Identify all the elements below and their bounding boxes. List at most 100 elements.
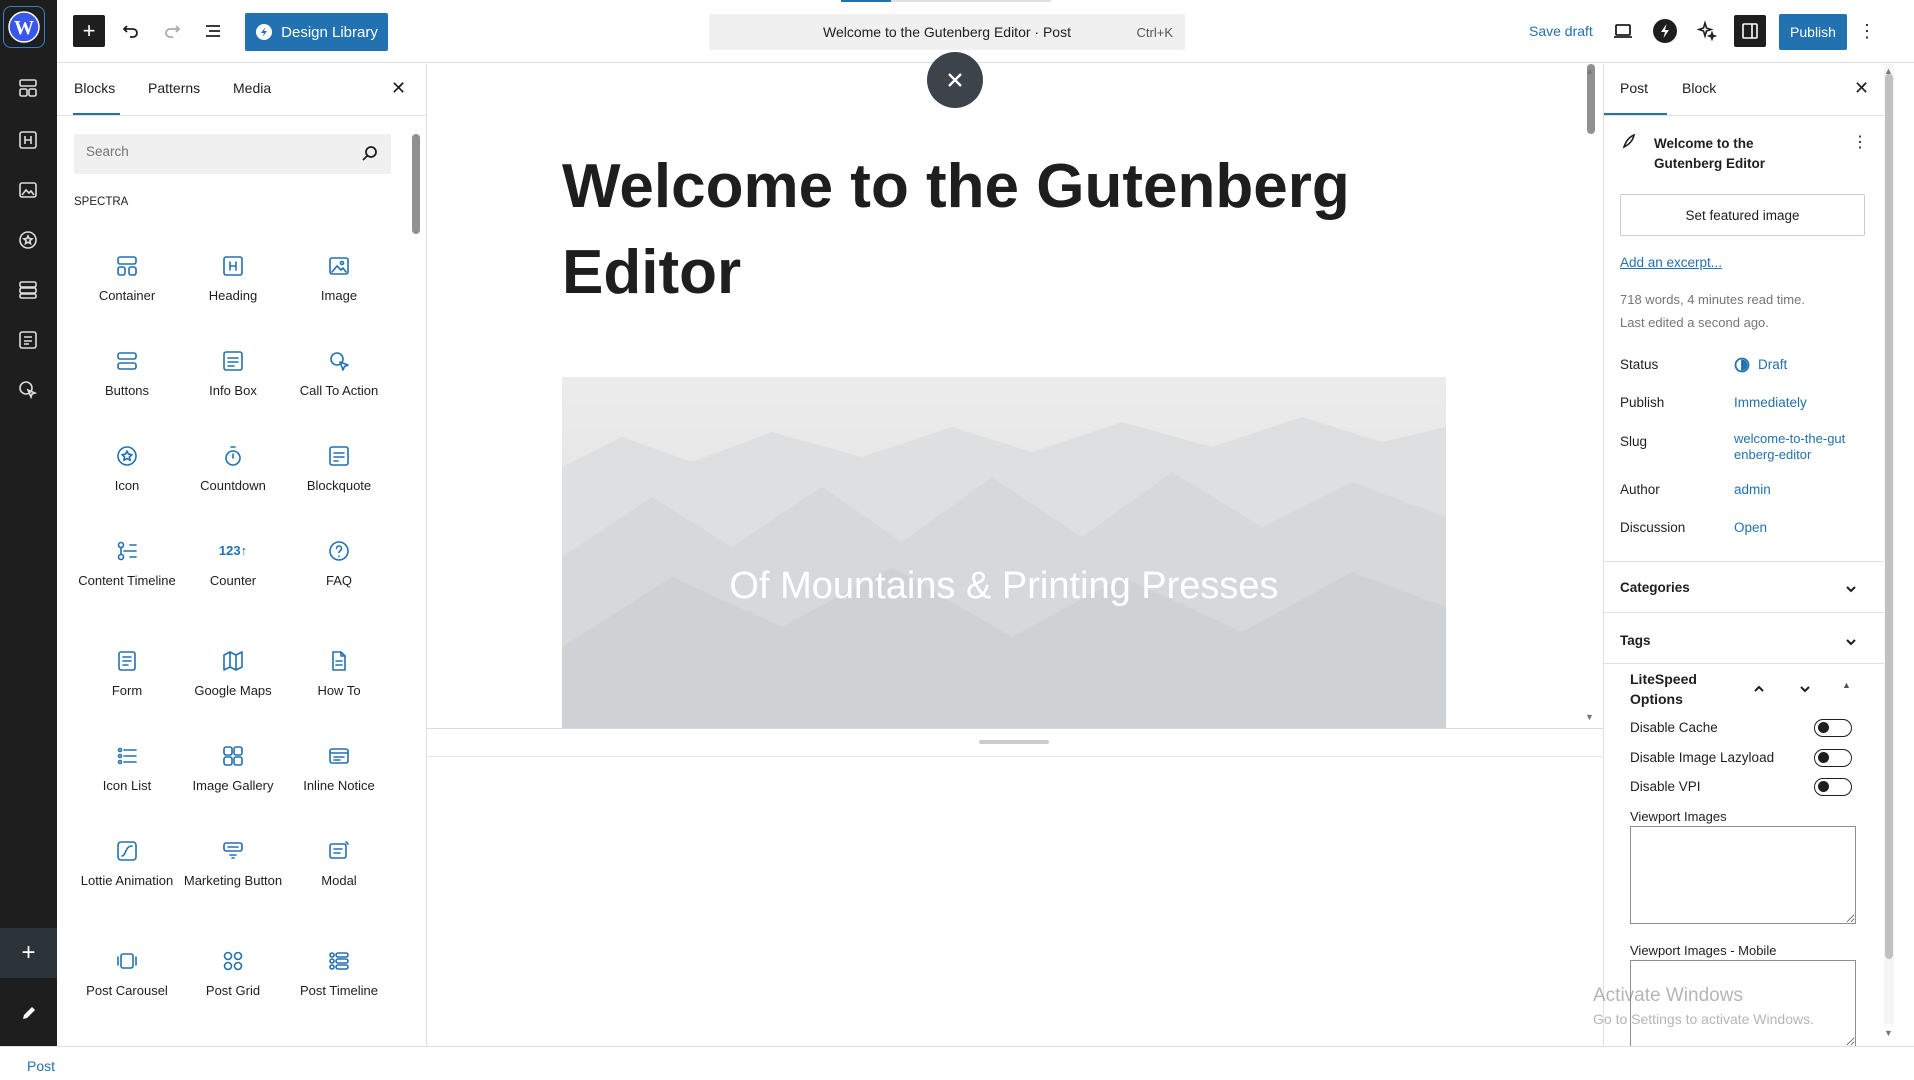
block-item-post-grid[interactable]: Post Grid <box>180 949 286 998</box>
document-overview-icon[interactable] <box>197 15 229 47</box>
block-item-container[interactable]: Container <box>74 254 180 303</box>
block-item-heading[interactable]: Heading <box>180 254 286 303</box>
block-item-how-to[interactable]: How To <box>286 649 392 698</box>
tab-post[interactable]: Post <box>1620 80 1648 96</box>
form-nav-icon[interactable] <box>12 324 44 356</box>
cover-block[interactable]: Of Mountains & Printing Presses <box>562 377 1446 729</box>
more-options-icon[interactable]: ⋮ <box>1857 15 1877 47</box>
cover-text[interactable]: Of Mountains & Printing Presses <box>562 565 1446 608</box>
disable-lazyload-toggle[interactable] <box>1814 749 1852 767</box>
edit-pencil-icon[interactable] <box>0 990 57 1036</box>
canvas-scroll-up-icon[interactable]: ▲ <box>1585 66 1594 76</box>
block-item-icon-list[interactable]: Icon List <box>74 744 180 793</box>
page-scroll-down-icon[interactable]: ▼ <box>1884 1028 1893 1038</box>
status-value[interactable]: Draft <box>1758 357 1787 372</box>
disable-vpi-toggle[interactable] <box>1814 778 1852 796</box>
spectra-bolt-icon[interactable] <box>1649 15 1681 47</box>
post-actions-icon[interactable]: ⋮ <box>1852 132 1868 152</box>
undo-icon[interactable] <box>115 15 147 47</box>
design-library-button[interactable]: Design Library <box>245 13 388 51</box>
author-value[interactable]: admin <box>1734 482 1771 497</box>
move-down-icon[interactable] <box>1798 682 1812 696</box>
close-inserter-icon[interactable]: ✕ <box>391 78 406 99</box>
watermark-line2: Go to Settings to activate Windows. <box>1593 1011 1814 1027</box>
discussion-value[interactable]: Open <box>1734 520 1767 535</box>
block-item-call-to-action[interactable]: Call To Action <box>286 349 392 398</box>
post-title-line1: Welcome to the Gutenberg <box>562 152 1350 221</box>
canvas-scroll-down-icon[interactable]: ▼ <box>1585 712 1594 722</box>
slug-value[interactable]: welcome-to-the-gutenberg-editor <box>1734 431 1846 463</box>
add-block-icon[interactable]: + <box>0 928 57 978</box>
redo-icon[interactable] <box>156 15 188 47</box>
layout-icon[interactable] <box>12 72 44 104</box>
page-scrollbar[interactable] <box>1884 64 1894 1024</box>
block-item-counter[interactable]: 123↑ Counter <box>180 539 286 588</box>
block-item-marketing-button[interactable]: Marketing Button <box>180 839 286 888</box>
post-title[interactable]: Welcome to the Gutenberg Editor <box>562 144 1462 316</box>
page-scroll-up-icon[interactable]: ▲ <box>1884 66 1893 76</box>
add-excerpt-link[interactable]: Add an excerpt... <box>1620 255 1722 270</box>
block-label: Image Gallery <box>192 778 274 793</box>
close-sidebar-icon[interactable]: ✕ <box>1854 78 1869 99</box>
categories-panel-toggle[interactable]: Categories <box>1604 562 1884 612</box>
block-item-google-maps[interactable]: Google Maps <box>180 649 286 698</box>
set-featured-image-button[interactable]: Set featured image <box>1620 194 1865 236</box>
move-up-icon[interactable] <box>1752 682 1766 696</box>
collapse-triangle-icon[interactable]: ▲ <box>1842 680 1851 690</box>
post-card-title: Welcome to the Gutenberg Editor <box>1654 136 1765 171</box>
block-item-countdown[interactable]: Countdown <box>180 444 286 493</box>
cursor-nav-icon[interactable] <box>12 374 44 406</box>
block-item-lottie-animation[interactable]: Lottie Animation <box>74 839 180 888</box>
modal-icon <box>329 841 349 859</box>
status-label: Status <box>1620 357 1659 372</box>
preview-icon[interactable] <box>1607 15 1639 47</box>
disable-cache-toggle[interactable] <box>1814 719 1852 737</box>
wordpress-logo-icon[interactable]: W <box>3 6 45 48</box>
block-item-form[interactable]: Form <box>74 649 180 698</box>
star-badge-icon[interactable] <box>12 224 44 256</box>
save-draft-button[interactable]: Save draft <box>1529 23 1593 39</box>
viewport-images-textarea[interactable] <box>1630 826 1856 924</box>
rows-nav-icon[interactable] <box>12 274 44 306</box>
tab-block[interactable]: Block <box>1682 80 1716 96</box>
block-label: Google Maps <box>194 683 272 698</box>
block-item-buttons[interactable]: Buttons <box>74 349 180 398</box>
block-item-post-carousel[interactable]: Post Carousel <box>74 949 180 998</box>
admin-sidebar: W + <box>0 0 57 1080</box>
block-item-icon[interactable]: Icon <box>74 444 180 493</box>
close-overlay-button[interactable] <box>927 52 983 108</box>
add-block-button[interactable]: + <box>73 15 105 47</box>
document-title-bar[interactable]: Welcome to the Gutenberg Editor · Post C… <box>709 14 1185 50</box>
block-item-blockquote[interactable]: Blockquote <box>286 444 392 493</box>
publish-button[interactable]: Publish <box>1779 14 1847 50</box>
inserter-scrollbar[interactable] <box>412 134 420 234</box>
faq-icon <box>329 541 349 561</box>
publish-value[interactable]: Immediately <box>1734 395 1807 410</box>
settings-sidebar-toggle-icon[interactable] <box>1734 15 1766 47</box>
block-item-info-box[interactable]: Info Box <box>180 349 286 398</box>
document-title: Welcome to the Gutenberg Editor · Post <box>823 24 1071 40</box>
block-inserter-panel: Blocks Patterns Media ✕ SPECTRA Containe… <box>57 64 427 1046</box>
block-item-faq[interactable]: FAQ <box>286 539 392 588</box>
block-label: Heading <box>208 288 258 303</box>
block-item-post-timeline[interactable]: Post Timeline <box>286 949 392 998</box>
heading-nav-icon[interactable] <box>12 124 44 156</box>
publish-label: Publish <box>1620 395 1665 410</box>
block-label: Info Box <box>209 383 257 398</box>
breadcrumb-post[interactable]: Post <box>27 1058 55 1074</box>
block-label: Icon <box>114 478 140 493</box>
resize-handle[interactable] <box>979 740 1049 744</box>
block-item-content-timeline[interactable]: Content Timeline <box>74 539 180 588</box>
page-scrollbar-thumb[interactable] <box>1885 74 1893 959</box>
editor-toolbar: + Design Library Welcome to the Gutenber… <box>57 0 1914 63</box>
block-item-image[interactable]: Image <box>286 254 392 303</box>
footer-bar: Post <box>0 1046 1914 1080</box>
block-item-inline-notice[interactable]: Inline Notice <box>286 744 392 793</box>
block-item-image-gallery[interactable]: Image Gallery <box>180 744 286 793</box>
command-shortcut: Ctrl+K <box>1136 24 1173 40</box>
block-item-modal[interactable]: Modal <box>286 839 392 888</box>
viewport-images-mobile-label: Viewport Images - Mobile <box>1630 943 1777 958</box>
media-nav-icon[interactable] <box>12 174 44 206</box>
ai-sparkle-icon[interactable] <box>1691 15 1723 47</box>
tags-panel-toggle[interactable]: Tags <box>1604 613 1884 663</box>
